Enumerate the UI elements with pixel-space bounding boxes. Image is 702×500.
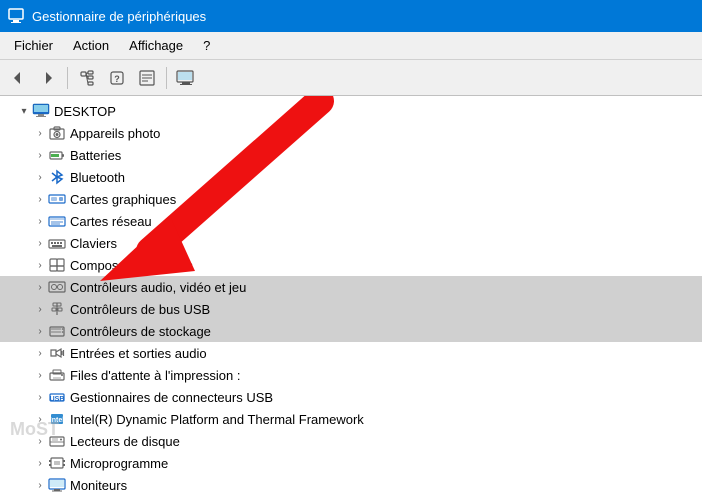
- tree-label-files-attente: Files d'attente à l'impression :: [70, 368, 240, 383]
- expander[interactable]: ›: [32, 254, 48, 276]
- expander[interactable]: ›: [32, 430, 48, 452]
- expander[interactable]: ›: [32, 452, 48, 474]
- window-title: Gestionnaire de périphériques: [32, 9, 206, 24]
- forward-button[interactable]: [34, 64, 62, 92]
- tree-label-batteries: Batteries: [70, 148, 121, 163]
- expander[interactable]: ›: [32, 408, 48, 430]
- help-button[interactable]: ?: [103, 64, 131, 92]
- bluetooth-icon: [48, 168, 66, 186]
- tree-label-cartes-graphiques: Cartes graphiques: [70, 192, 176, 207]
- expander[interactable]: ›: [32, 496, 48, 500]
- tree-item-controleurs-stockage[interactable]: › Contrôleurs de stockage: [0, 320, 702, 342]
- scan-button[interactable]: [172, 64, 200, 92]
- tree-item-ordinateur[interactable]: › Ordinateur: [0, 496, 702, 500]
- batteries-icon: [48, 146, 66, 164]
- menu-fichier[interactable]: Fichier: [4, 34, 63, 57]
- app-icon: [8, 8, 24, 24]
- expander[interactable]: ›: [32, 210, 48, 232]
- toolbar: ?: [0, 60, 702, 96]
- controleurs-bus-usb-icon: [48, 300, 66, 318]
- main-content: ▾ DESKTOP ›: [0, 96, 702, 500]
- expander[interactable]: ›: [32, 320, 48, 342]
- expander[interactable]: ›: [32, 144, 48, 166]
- tree-item-moniteurs[interactable]: › Moniteurs: [0, 474, 702, 496]
- lecteurs-disque-icon: [48, 432, 66, 450]
- back-button[interactable]: [4, 64, 32, 92]
- tree-item-cartes-reseau[interactable]: › Cartes réseau: [0, 210, 702, 232]
- tree-item-files-attente[interactable]: › Files d'attente à l'impression :: [0, 364, 702, 386]
- appareils-photo-icon: [48, 124, 66, 142]
- gestionnaires-usb-icon: USB: [48, 388, 66, 406]
- tree-item-controleurs-audio[interactable]: › Contrôleurs audio, vidéo et jeu: [0, 276, 702, 298]
- expander[interactable]: ›: [32, 188, 48, 210]
- controleurs-audio-icon: [48, 278, 66, 296]
- tree-label-moniteurs: Moniteurs: [70, 478, 127, 493]
- svg-text:USB: USB: [50, 396, 65, 403]
- expander[interactable]: ›: [32, 232, 48, 254]
- tree-item-appareils-photo[interactable]: › Appareils photo: [0, 122, 702, 144]
- cartes-reseau-icon: [48, 212, 66, 230]
- tree-item-entrees-sorties[interactable]: › Entrées et sorties audio: [0, 342, 702, 364]
- menu-action[interactable]: Action: [63, 34, 119, 57]
- tree-label-appareils-photo: Appareils photo: [70, 126, 160, 141]
- cartes-graphiques-icon: [48, 190, 66, 208]
- tree-item-lecteurs-disque[interactable]: › Lecteurs de disque: [0, 430, 702, 452]
- files-attente-icon: [48, 366, 66, 384]
- tree-label-controleurs-bus-usb: Contrôleurs de bus USB: [70, 302, 210, 317]
- claviers-icon: [48, 234, 66, 252]
- moniteurs-icon: [48, 476, 66, 494]
- toolbar-separator-1: [67, 67, 68, 89]
- tree-label-claviers: Claviers: [70, 236, 117, 251]
- tree-label-bluetooth: Bluetooth: [70, 170, 125, 185]
- tree-label-entrees-sorties: Entrées et sorties audio: [70, 346, 207, 361]
- tree-label-controleurs-audio: Contrôleurs audio, vidéo et jeu: [70, 280, 246, 295]
- tree-item-gestionnaires-usb[interactable]: › USB Gestionnaires de connecteurs USB: [0, 386, 702, 408]
- root-expander[interactable]: ▾: [16, 100, 32, 122]
- tree-label-intel-dynamic: Intel(R) Dynamic Platform and Thermal Fr…: [70, 412, 364, 427]
- tree-button[interactable]: [73, 64, 101, 92]
- expander[interactable]: ›: [32, 474, 48, 496]
- tree-root-label: DESKTOP: [54, 104, 116, 119]
- tree-label-microprogramme: Microprogramme: [70, 456, 168, 471]
- tree-item-bluetooth[interactable]: › Bluetooth: [0, 166, 702, 188]
- composants-logiciels-icon: [48, 256, 66, 274]
- svg-text:?: ?: [114, 74, 120, 84]
- tree-label-lecteurs-disque: Lecteurs de disque: [70, 434, 180, 449]
- device-tree[interactable]: ▾ DESKTOP ›: [0, 96, 702, 500]
- properties-button[interactable]: [133, 64, 161, 92]
- menu-affichage[interactable]: Affichage: [119, 34, 193, 57]
- entrees-sorties-icon: [48, 344, 66, 362]
- menu-bar: Fichier Action Affichage ?: [0, 32, 702, 60]
- controleurs-stockage-icon: [48, 322, 66, 340]
- tree-label-cartes-reseau: Cartes réseau: [70, 214, 152, 229]
- microprogramme-icon: [48, 454, 66, 472]
- menu-help[interactable]: ?: [193, 34, 220, 57]
- tree-item-claviers[interactable]: › Claviers: [0, 232, 702, 254]
- tree-item-batteries[interactable]: › Batteries: [0, 144, 702, 166]
- svg-text:Intel: Intel: [50, 417, 64, 424]
- tree-label-controleurs-stockage: Contrôleurs de stockage: [70, 324, 211, 339]
- toolbar-separator-2: [166, 67, 167, 89]
- expander[interactable]: ›: [32, 166, 48, 188]
- tree-label-gestionnaires-usb: Gestionnaires de connecteurs USB: [70, 390, 273, 405]
- tree-item-microprogramme[interactable]: › Microprogramme: [0, 452, 702, 474]
- expander[interactable]: ›: [32, 122, 48, 144]
- expander[interactable]: ›: [32, 298, 48, 320]
- tree-item-intel-dynamic[interactable]: › Intel Intel(R) Dynamic Platform and Th…: [0, 408, 702, 430]
- intel-dynamic-icon: Intel: [48, 410, 66, 428]
- expander[interactable]: ›: [32, 342, 48, 364]
- desktop-icon: [32, 102, 50, 120]
- expander[interactable]: ›: [32, 364, 48, 386]
- expander[interactable]: ›: [32, 386, 48, 408]
- tree-item-composants-logiciels[interactable]: › Composants logiciels: [0, 254, 702, 276]
- title-bar: Gestionnaire de périphériques: [0, 0, 702, 32]
- tree-item-controleurs-bus-usb[interactable]: › Contrôleurs de bus USB: [0, 298, 702, 320]
- tree-item-cartes-graphiques[interactable]: › Cartes graphiques: [0, 188, 702, 210]
- tree-label-composants-logiciels: Composants logiciels: [70, 258, 193, 273]
- expander[interactable]: ›: [32, 276, 48, 298]
- tree-root-desktop[interactable]: ▾ DESKTOP: [0, 100, 702, 122]
